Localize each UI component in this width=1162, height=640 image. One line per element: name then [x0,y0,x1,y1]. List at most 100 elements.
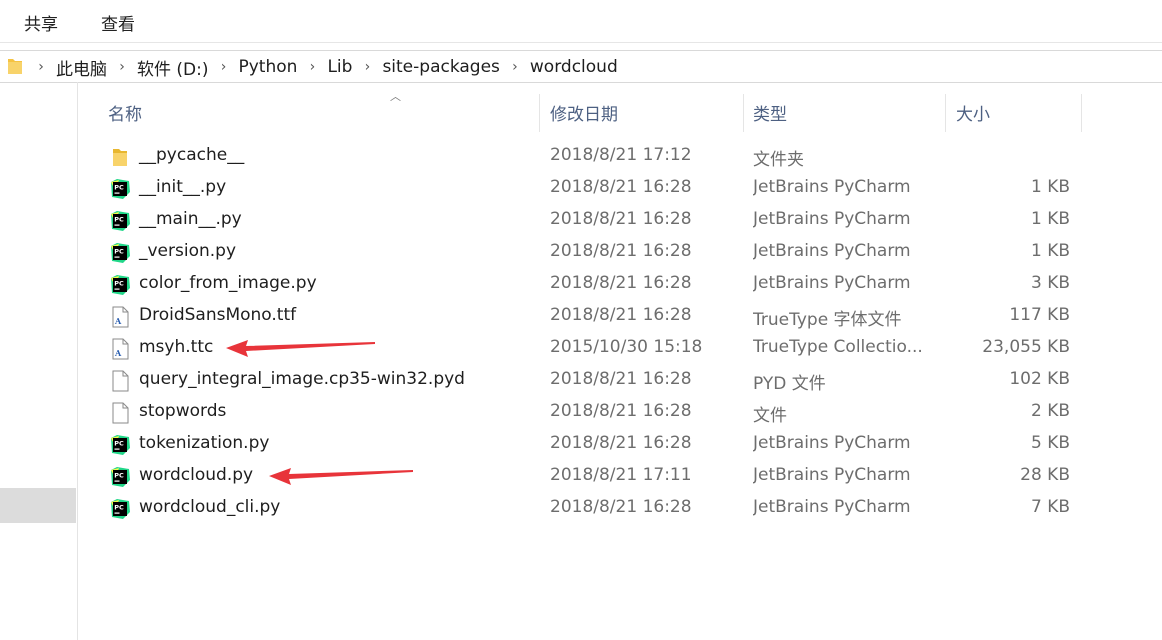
ribbon-bar: 共享 查看 [0,0,1162,43]
file-row[interactable]: A DroidSansMono.ttf 2018/8/21 16:28 TrueTyp… [78,301,1162,333]
file-type: 文件 [753,406,787,426]
file-type: TrueType Collectio... [753,337,923,357]
file-type: JetBrains PyCharm [753,497,911,517]
file-date: 2018/8/21 16:28 [550,497,692,517]
svg-text:PC: PC [114,248,124,256]
tab-view[interactable]: 查看 [101,10,135,35]
svg-text:PC: PC [114,504,124,512]
file-date: 2018/8/21 16:28 [550,241,692,261]
tab-share[interactable]: 共享 [24,10,58,35]
chevron-right-icon[interactable]: › [504,59,526,75]
file-name: __pycache__ [139,145,245,165]
navigation-pane[interactable] [0,82,78,640]
file-name: DroidSansMono.ttf [139,305,297,325]
file-type: JetBrains PyCharm [753,433,911,453]
column-header: ︿ 名称 修改日期 类型 大小 [78,82,1162,134]
file-size: 7 KB [1030,497,1070,517]
file-row[interactable]: stopwords 2018/8/21 16:28 文件 2 KB [78,397,1162,429]
breadcrumb-item-drive[interactable]: 软件 (D:) [133,55,213,80]
address-bar[interactable]: › 此电脑 › 软件 (D:) › Python › Lib › site-pa… [0,50,1162,83]
file-row[interactable]: PC __main__.py 2018/8/21 16:28 JetBrains Py… [78,205,1162,237]
file-type: JetBrains PyCharm [753,273,911,293]
file-size: 1 KB [1030,177,1070,197]
file-row[interactable]: query_integral_image.cp35-win32.pyd 2018/… [78,365,1162,397]
svg-text:PC: PC [114,184,124,192]
file-size: 28 KB [1020,465,1070,485]
annotation-arrow-msyh [226,340,375,357]
file-type: JetBrains PyCharm [753,241,911,261]
chevron-right-icon[interactable]: › [30,59,52,75]
svg-text:A: A [114,316,122,326]
file-name: __init__.py [139,177,227,197]
file-row[interactable]: PC wordcloud.py 2018/8/21 17:11 JetBrains P… [78,461,1162,493]
file-name: query_integral_image.cp35-win32.pyd [139,369,465,389]
column-divider[interactable] [539,94,540,132]
svg-text:PC: PC [114,280,124,288]
file-row[interactable]: PC tokenization.py 2018/8/21 16:28 JetBrain… [78,429,1162,461]
file-type: PYD 文件 [753,374,826,394]
file-date: 2018/8/21 16:28 [550,433,692,453]
file-name: msyh.ttc [139,337,214,357]
file-row[interactable]: PC _version.py 2018/8/21 16:28 JetBrains Py… [78,237,1162,269]
file-row[interactable]: PC wordcloud_cli.py 2018/8/21 16:28 JetBrai… [78,493,1162,525]
nav-selected-item[interactable] [0,488,76,523]
file-date: 2018/8/21 17:12 [550,145,692,165]
file-size: 1 KB [1030,209,1070,229]
breadcrumb-item-python[interactable]: Python [235,57,302,77]
file-size: 117 KB [1009,305,1070,325]
file-name: wordcloud.py [139,465,254,485]
file-size: 23,055 KB [982,337,1070,357]
column-header-size[interactable]: 大小 [956,100,990,125]
svg-text:PC: PC [114,440,124,448]
file-size: 2 KB [1030,401,1070,421]
svg-text:A: A [114,348,122,358]
file-type: 文件夹 [753,150,804,170]
chevron-right-icon[interactable]: › [301,59,323,75]
file-date: 2018/8/21 16:28 [550,401,692,421]
chevron-right-icon[interactable]: › [356,59,378,75]
breadcrumb-item-lib[interactable]: Lib [323,57,356,77]
file-name: __main__.py [139,209,242,229]
file-name: tokenization.py [139,433,270,453]
file-type: JetBrains PyCharm [753,465,911,485]
file-date: 2018/8/21 16:28 [550,305,692,325]
column-divider[interactable] [945,94,946,132]
file-date: 2018/8/21 16:28 [550,177,692,197]
file-type: JetBrains PyCharm [753,177,911,197]
file-size: 1 KB [1030,241,1070,261]
file-name: _version.py [139,241,237,261]
column-header-type[interactable]: 类型 [753,100,787,125]
file-type: TrueType 字体文件 [753,310,902,330]
file-name: wordcloud_cli.py [139,497,281,517]
chevron-right-icon[interactable]: › [111,59,133,75]
file-size: 3 KB [1030,273,1070,293]
file-type: JetBrains PyCharm [753,209,911,229]
file-size: 5 KB [1030,433,1070,453]
file-list: __pycache__ 2018/8/21 17:12 文件夹 PC __init__.… [78,141,1162,525]
file-date: 2015/10/30 15:18 [550,337,703,357]
column-divider[interactable] [1081,94,1082,132]
sort-up-icon: ︿ [390,90,401,103]
file-size: 102 KB [1009,369,1070,389]
file-row[interactable]: __pycache__ 2018/8/21 17:12 文件夹 [78,141,1162,173]
annotation-arrow-wordcloud [269,468,413,485]
svg-text:PC: PC [114,216,124,224]
chevron-right-icon[interactable]: › [213,59,235,75]
breadcrumb-item-wordcloud[interactable]: wordcloud [526,57,622,77]
column-header-name[interactable]: 名称 [108,100,142,125]
column-header-date[interactable]: 修改日期 [550,100,618,125]
file-name: color_from_image.py [139,273,317,293]
breadcrumb-item-this-pc[interactable]: 此电脑 [52,55,111,80]
svg-text:PC: PC [114,472,124,480]
file-row[interactable]: PC color_from_image.py 2018/8/21 16:28 JetB… [78,269,1162,301]
breadcrumb-item-site-packages[interactable]: site-packages [378,57,503,77]
folder-icon [8,59,22,74]
file-date: 2018/8/21 16:28 [550,209,692,229]
column-divider[interactable] [743,94,744,132]
file-date: 2018/8/21 17:11 [550,465,692,485]
file-row[interactable]: PC __init__.py 2018/8/21 16:28 JetBrains Py… [78,173,1162,205]
file-name: stopwords [139,401,227,421]
file-date: 2018/8/21 16:28 [550,273,692,293]
file-date: 2018/8/21 16:28 [550,369,692,389]
breadcrumb: › 此电脑 › 软件 (D:) › Python › Lib › site-pa… [30,54,622,80]
